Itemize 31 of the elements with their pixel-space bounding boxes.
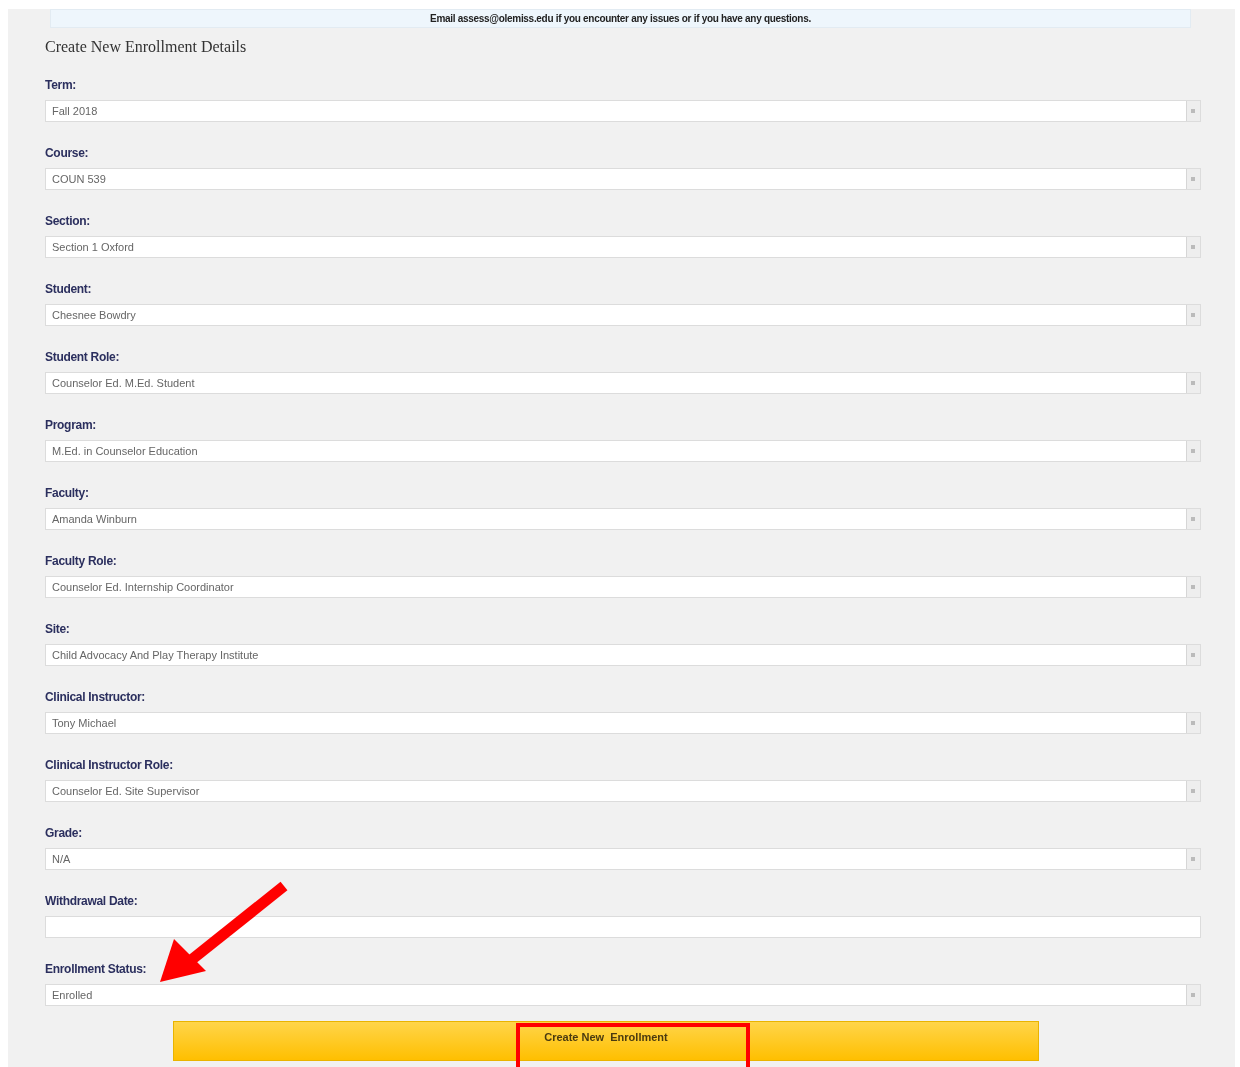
input-field[interactable] [45,916,1201,938]
field-label: Site: [45,621,70,637]
select-field[interactable]: Counselor Ed. M.Ed. Student [45,372,1201,394]
field-label: Clinical Instructor Role: [45,757,173,773]
field-label: Grade: [45,825,82,841]
select-field[interactable]: Fall 2018 [45,100,1201,122]
select-field[interactable]: Enrolled [45,984,1201,1006]
select-field[interactable]: N/A [45,848,1201,870]
select-field[interactable]: Child Advocacy And Play Therapy Institute [45,644,1201,666]
field-label: Term: [45,77,76,93]
form-heading: Create New Enrollment Details [45,37,247,57]
select-field[interactable]: Amanda Winburn [45,508,1201,530]
field-label: Section: [45,213,90,229]
select-field[interactable]: M.Ed. in Counselor Education [45,440,1201,462]
info-banner: Email assess@olemiss.edu if you encounter any issues or if you have any questions. [50,9,1191,28]
select-field[interactable]: Counselor Ed. Site Supervisor [45,780,1201,802]
field-label: Course: [45,145,89,161]
field-label: Enrollment Status: [45,961,147,977]
field-label: Student: [45,281,92,297]
field-label: Faculty: [45,485,89,501]
select-field[interactable]: Chesnee Bowdry [45,304,1201,326]
select-field[interactable]: Section 1 Oxford [45,236,1201,258]
field-label: Withdrawal Date: [45,893,138,909]
select-field[interactable]: COUN 539 [45,168,1201,190]
select-field[interactable]: Counselor Ed. Internship Coordinator [45,576,1201,598]
create-enrollment-button[interactable]: Create New Enrollment [173,1021,1039,1061]
field-label: Student Role: [45,349,120,365]
field-label: Program: [45,417,96,433]
select-field[interactable]: Tony Michael [45,712,1201,734]
field-label: Faculty Role: [45,553,117,569]
field-label: Clinical Instructor: [45,689,145,705]
